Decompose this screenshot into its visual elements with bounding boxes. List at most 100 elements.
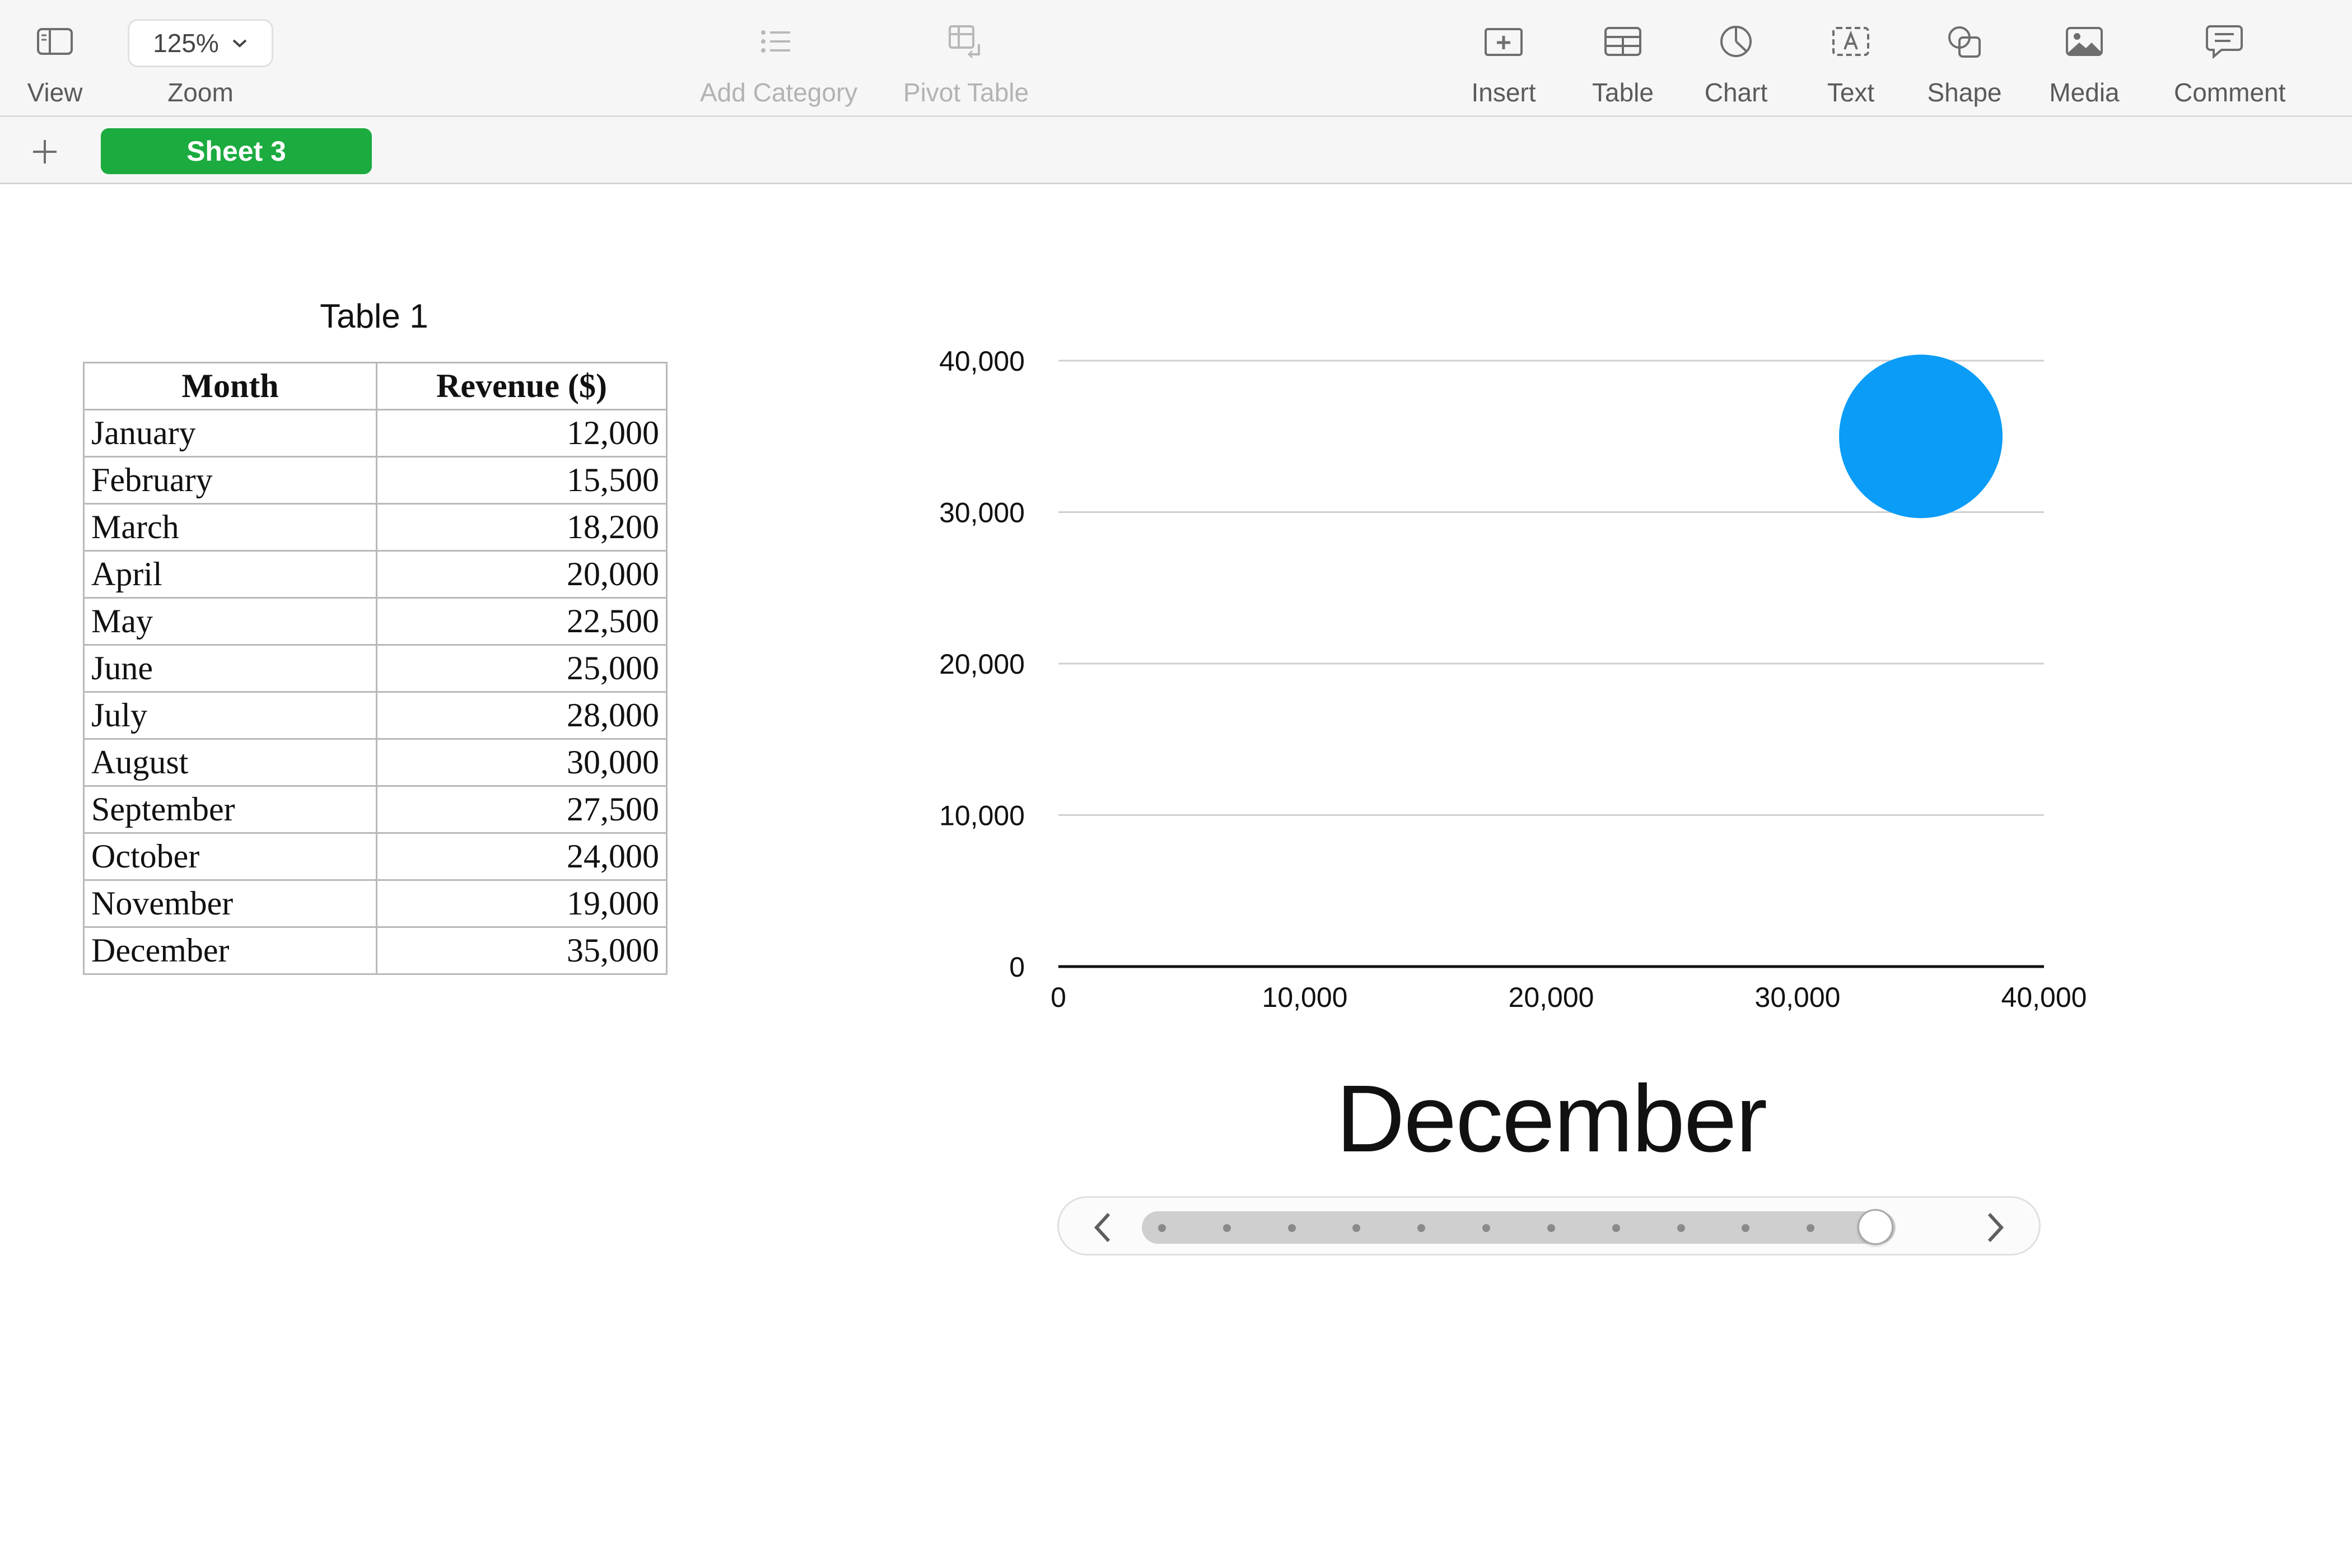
chart-frame-label: December [1058,1064,2044,1174]
x-axis-ticks: 010,00020,00030,00040,000 [1051,982,2087,1013]
y-tick-label: 20,000 [939,648,1025,680]
animation-slider[interactable] [1057,1196,2041,1256]
revenue-cell[interactable]: 30,000 [377,739,667,786]
month-cell[interactable]: August [84,739,377,786]
pivot-table-label: Pivot Table [890,77,1042,108]
slider-tick[interactable] [1677,1224,1685,1232]
table-title[interactable]: Table 1 [83,297,665,335]
media-icon [2065,26,2104,57]
revenue-cell[interactable]: 24,000 [377,833,667,880]
month-cell[interactable]: June [84,645,377,692]
chart-bubble[interactable] [1839,354,2003,518]
revenue-cell[interactable]: 28,000 [377,692,667,739]
slider-tick[interactable] [1352,1224,1360,1232]
revenue-cell[interactable]: 18,200 [377,504,667,551]
zoom-value: 125% [153,28,219,58]
revenue-cell[interactable]: 27,500 [377,786,667,833]
revenue-cell[interactable]: 19,000 [377,880,667,927]
chart-icon [1719,24,1753,59]
zoom-control[interactable]: 125% Zoom [128,0,273,117]
next-frame-button[interactable] [1975,1208,2014,1247]
slider-tick[interactable] [1807,1224,1814,1232]
chevron-right-icon [1984,1211,2006,1244]
revenue-cell[interactable]: 22,500 [377,598,667,645]
slider-tick[interactable] [1417,1224,1425,1232]
table-label: Table [1572,77,1673,108]
table-row: September27,500 [84,786,667,833]
month-cell[interactable]: October [84,833,377,880]
slider-tick[interactable] [1742,1224,1749,1232]
revenue-cell[interactable]: 12,000 [377,410,667,457]
insert-label: Insert [1450,77,1557,108]
table-row: March18,200 [84,504,667,551]
month-cell[interactable]: July [84,692,377,739]
y-tick-label: 40,000 [939,346,1025,377]
slider-tick[interactable] [1223,1224,1231,1232]
sheet-tab-active[interactable]: Sheet 3 [101,128,372,174]
zoom-label: Zoom [105,77,296,108]
text-label: Text [1800,77,1901,108]
revenue-cell[interactable]: 35,000 [377,927,667,974]
month-cell[interactable]: April [84,551,377,598]
month-cell[interactable]: February [84,457,377,504]
month-cell[interactable]: January [84,410,377,457]
slider-tick[interactable] [1158,1224,1166,1232]
revenue-cell[interactable]: 25,000 [377,645,667,692]
add-sheet-button[interactable] [22,129,67,174]
slider-tick[interactable] [1288,1224,1296,1232]
slider-knob[interactable] [1858,1209,1893,1245]
shape-button[interactable]: Shape [1936,0,1992,117]
sidebar-icon [36,27,73,55]
x-tick-label: 0 [1051,982,1066,1013]
month-cell[interactable]: November [84,880,377,927]
y-tick-label: 0 [1009,951,1025,983]
month-cell[interactable]: December [84,927,377,974]
chevron-down-icon [231,38,248,49]
list-icon [759,27,792,55]
chart-button[interactable]: Chart [1708,0,1764,117]
column-header-revenue[interactable]: Revenue ($) [377,363,667,410]
table-row: February15,500 [84,457,667,504]
month-cell[interactable]: May [84,598,377,645]
data-table[interactable]: Month Revenue ($) January12,000 February… [83,362,668,975]
table-row: January12,000 [84,410,667,457]
slider-tick[interactable] [1547,1224,1555,1232]
plus-icon [31,138,59,166]
y-tick-label: 30,000 [939,497,1025,529]
view-button[interactable]: View [27,0,83,117]
table-row: July28,000 [84,692,667,739]
shape-label: Shape [1914,77,2015,108]
text-button[interactable]: Text [1823,0,1879,117]
table-row: April20,000 [84,551,667,598]
slider-tick[interactable] [1482,1224,1490,1232]
comment-icon [2206,24,2243,59]
bubble-chart[interactable]: 010,00020,00030,00040,000 010,00020,0003… [874,314,2128,1030]
sheet-tabs-bar: Sheet 3 [0,117,2352,184]
slider-track[interactable] [1142,1211,1896,1244]
media-button[interactable]: Media [2056,0,2112,117]
slider-tick[interactable] [1612,1224,1620,1232]
zoom-select[interactable]: 125% [128,19,273,67]
media-label: Media [2034,77,2135,108]
add-category-label: Add Category [700,77,851,108]
comment-button[interactable]: Comment [2196,0,2252,117]
shape-icon [1946,24,1983,59]
text-box-icon [1831,26,1870,57]
table-row: December35,000 [84,927,667,974]
x-tick-label: 30,000 [1755,982,1841,1013]
add-category-button[interactable]: Add Category [722,0,829,117]
revenue-cell[interactable]: 20,000 [377,551,667,598]
chevron-left-icon [1092,1211,1114,1244]
table-header-row: Month Revenue ($) [84,363,667,410]
insert-icon [1483,25,1524,58]
pivot-table-button[interactable]: Pivot Table [913,0,1019,117]
toolbar: View 125% Zoom Add Category Pivot Table … [0,0,2352,117]
revenue-cell[interactable]: 15,500 [377,457,667,504]
previous-frame-button[interactable] [1084,1208,1123,1247]
month-cell[interactable]: March [84,504,377,551]
month-cell[interactable]: September [84,786,377,833]
column-header-month[interactable]: Month [84,363,377,410]
insert-button[interactable]: Insert [1473,0,1534,117]
table-button[interactable]: Table [1595,0,1651,117]
chart-points [1839,354,2003,518]
